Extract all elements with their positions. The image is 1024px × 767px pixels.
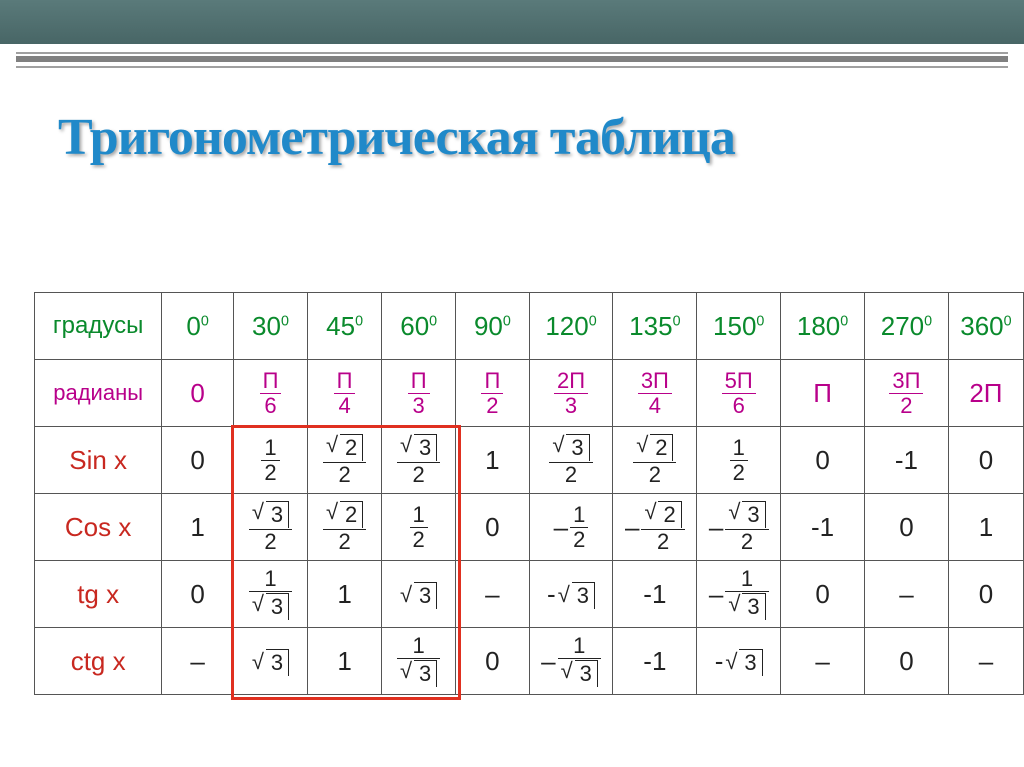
cos-2: 22 <box>308 494 382 561</box>
deg-180: 1800 <box>781 293 865 360</box>
trig-table-container: градусы003004506009001200135015001800270… <box>34 292 1024 695</box>
page-title: Тригонометрическая таблица <box>58 108 735 167</box>
ctg-8: – <box>781 628 865 695</box>
ctg-2: 1 <box>308 628 382 695</box>
cos-4: 0 <box>456 494 529 561</box>
cos-8: -1 <box>781 494 865 561</box>
rad-1: П6 <box>233 360 307 427</box>
ctg-5: –13 <box>529 628 613 695</box>
sin-1: 12 <box>233 427 307 494</box>
cos-7: –32 <box>697 494 781 561</box>
label-sin: Sin x <box>35 427 162 494</box>
rad-5: 2П3 <box>529 360 613 427</box>
rad-10: 2П <box>948 360 1023 427</box>
ctg-4: 0 <box>456 628 529 695</box>
sin-8: 0 <box>781 427 865 494</box>
tg-6: -1 <box>613 561 697 628</box>
cos-1: 32 <box>233 494 307 561</box>
rad-4: П2 <box>456 360 529 427</box>
label-degrees: градусы <box>35 293 162 360</box>
tg-4: – <box>456 561 529 628</box>
sin-5: 32 <box>529 427 613 494</box>
tg-10: 0 <box>948 561 1023 628</box>
sin-7: 12 <box>697 427 781 494</box>
tg-5: -3 <box>529 561 613 628</box>
ctg-1: 3 <box>233 628 307 695</box>
row-radians: радианы0П6П4П3П22П33П45П6П3П22П <box>35 360 1024 427</box>
ctg-3: 13 <box>382 628 456 695</box>
cos-9: 0 <box>865 494 949 561</box>
cos-3: 12 <box>382 494 456 561</box>
tg-7: –13 <box>697 561 781 628</box>
deg-30: 300 <box>233 293 307 360</box>
cos-5: –12 <box>529 494 613 561</box>
deg-150: 1500 <box>697 293 781 360</box>
deg-90: 900 <box>456 293 529 360</box>
deg-120: 1200 <box>529 293 613 360</box>
tg-0: 0 <box>162 561 234 628</box>
slide-top-bar <box>0 0 1024 44</box>
rad-3: П3 <box>382 360 456 427</box>
tg-1: 13 <box>233 561 307 628</box>
ctg-0: – <box>162 628 234 695</box>
label-ctg: ctg x <box>35 628 162 695</box>
sin-6: 22 <box>613 427 697 494</box>
label-tg: tg x <box>35 561 162 628</box>
rad-8: П <box>781 360 865 427</box>
tg-9: – <box>865 561 949 628</box>
sin-9: -1 <box>865 427 949 494</box>
ctg-7: -3 <box>697 628 781 695</box>
deg-135: 1350 <box>613 293 697 360</box>
deg-45: 450 <box>308 293 382 360</box>
ctg-9: 0 <box>865 628 949 695</box>
rad-0: 0 <box>162 360 234 427</box>
rad-7: 5П6 <box>697 360 781 427</box>
sin-10: 0 <box>948 427 1023 494</box>
rad-2: П4 <box>308 360 382 427</box>
label-cos: Cos x <box>35 494 162 561</box>
cos-0: 1 <box>162 494 234 561</box>
sin-0: 0 <box>162 427 234 494</box>
ctg-6: -1 <box>613 628 697 695</box>
row-sin: Sin x012223213222120-10 <box>35 427 1024 494</box>
tg-3: 3 <box>382 561 456 628</box>
rad-6: 3П4 <box>613 360 697 427</box>
rad-9: 3П2 <box>865 360 949 427</box>
sin-3: 32 <box>382 427 456 494</box>
ctg-10: – <box>948 628 1023 695</box>
decorative-rules <box>16 52 1008 68</box>
deg-0: 00 <box>162 293 234 360</box>
deg-360: 3600 <box>948 293 1023 360</box>
deg-60: 600 <box>382 293 456 360</box>
row-tg: tg x01313–-3-1–130–0 <box>35 561 1024 628</box>
row-cos: Cos x13222120–12–22–32-101 <box>35 494 1024 561</box>
tg-2: 1 <box>308 561 382 628</box>
trig-table: градусы003004506009001200135015001800270… <box>34 292 1024 695</box>
sin-4: 1 <box>456 427 529 494</box>
cos-10: 1 <box>948 494 1023 561</box>
label-radians: радианы <box>35 360 162 427</box>
tg-8: 0 <box>781 561 865 628</box>
deg-270: 2700 <box>865 293 949 360</box>
row-degrees: градусы003004506009001200135015001800270… <box>35 293 1024 360</box>
row-ctg: ctg x–31130–13-1-3–0– <box>35 628 1024 695</box>
sin-2: 22 <box>308 427 382 494</box>
cos-6: –22 <box>613 494 697 561</box>
